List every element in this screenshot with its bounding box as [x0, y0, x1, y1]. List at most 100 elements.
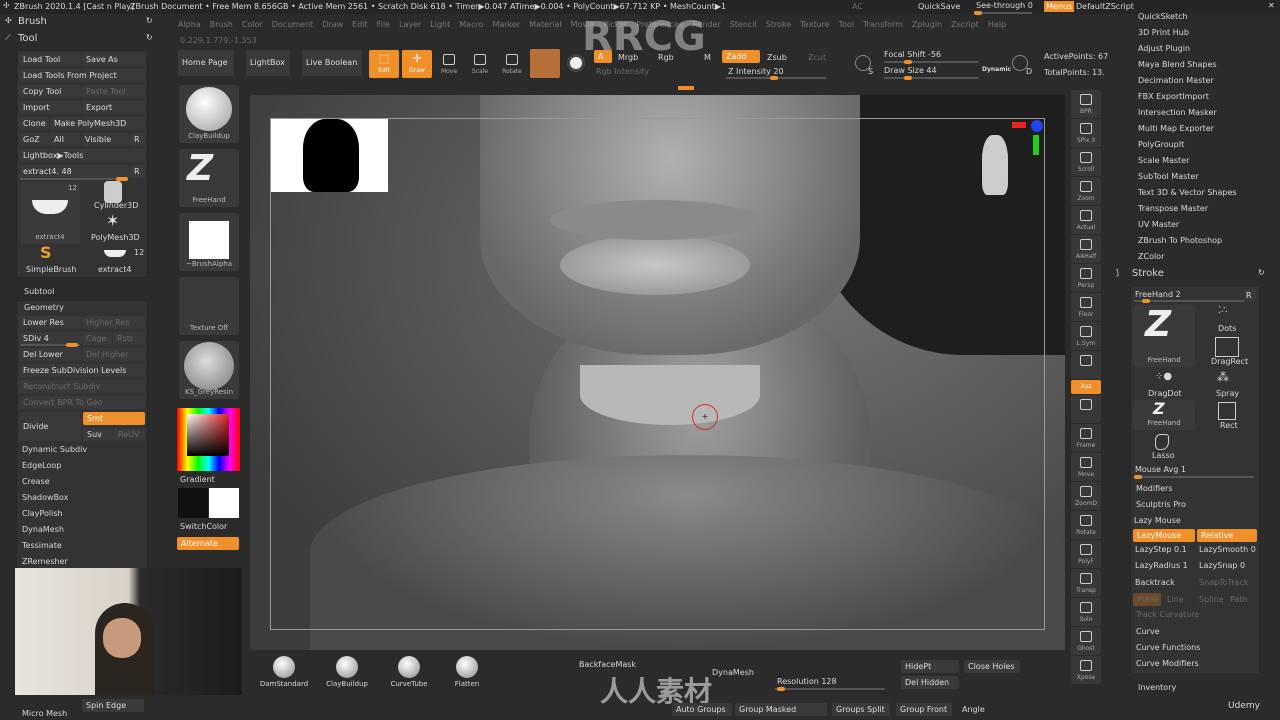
menu-color[interactable]: Color [242, 20, 263, 29]
quicksave-button[interactable]: QuickSave [918, 2, 960, 11]
geometry-item-claypolish[interactable]: ClayPolish [22, 506, 87, 522]
copy-tool-button[interactable]: Copy Tool [19, 85, 81, 98]
close-holes-button[interactable]: Close Holes [964, 660, 1020, 673]
suv-toggle[interactable]: Suv [83, 428, 113, 441]
brush-palette-header[interactable]: Brush [18, 16, 47, 27]
tool-extract4[interactable]: extract4 [98, 265, 131, 274]
bottom-brush-claybuildup[interactable]: ClayBuildup [318, 656, 376, 690]
reconstruct-subdiv-button[interactable]: Reconstruct Subdiv [19, 380, 145, 393]
stroke-lasso[interactable]: Lasso [1152, 451, 1175, 460]
del-hidden-button[interactable]: Del Hidden [901, 676, 959, 689]
lazysnap-slider[interactable]: LazySnap 0 [1199, 561, 1245, 570]
plugin-item[interactable]: ZColor [1138, 249, 1237, 265]
spin-edge-button[interactable]: Spin Edge [82, 699, 144, 712]
secondary-color-swatch[interactable] [209, 488, 239, 518]
plugin-item[interactable]: UV Master [1138, 217, 1237, 233]
goz-r-button[interactable]: R [130, 133, 145, 146]
plugin-item[interactable]: ZBrush To Photoshop [1138, 233, 1237, 249]
menu-macro[interactable]: Macro [459, 20, 483, 29]
tool-palette-header[interactable]: Tool [18, 33, 37, 44]
auto-groups-button[interactable]: Auto Groups [672, 703, 732, 716]
menu-file[interactable]: File [377, 20, 390, 29]
curve-modifiers-subpalette[interactable]: Curve Modifiers [1136, 659, 1199, 668]
cage-button[interactable]: Cage [82, 332, 112, 345]
default-zscript[interactable]: DefaultZScript [1076, 2, 1134, 11]
menu-material[interactable]: Material [529, 20, 562, 29]
tool-polymesh3d[interactable]: PolyMesh3D [91, 233, 140, 242]
stroke-r-button[interactable]: R [1244, 289, 1256, 302]
focal-shift-slider[interactable]: Focal Shift -56 [884, 50, 941, 59]
micro-mesh-button[interactable]: Micro Mesh [22, 709, 67, 718]
make-polymesh3d-button[interactable]: Make PolyMesh3D [50, 117, 145, 130]
shelf-button-zoom[interactable]: Zoom [1071, 177, 1101, 205]
plugin-item[interactable]: Scale Master [1138, 153, 1237, 169]
geometry-header[interactable]: Geometry [24, 303, 64, 312]
tool-simplebrush[interactable]: SimpleBrush [26, 265, 76, 274]
refresh-icon[interactable]: ↻ [146, 33, 153, 42]
plane-toggle[interactable]: Plane [1133, 593, 1161, 606]
home-page-button[interactable]: Home Page [178, 50, 234, 76]
line-toggle[interactable]: Line [1167, 595, 1184, 604]
shelf-button-move[interactable]: Move [1071, 453, 1101, 481]
close-icon[interactable]: ✕ [1268, 1, 1275, 10]
material-thumb[interactable]: KS_GreyResin [179, 341, 239, 399]
stroke-dragdot[interactable]: DragDot [1148, 389, 1182, 398]
mrgb-toggle[interactable]: Mrgb [618, 53, 638, 62]
stroke-freehand-large[interactable]: Z FreeHand [1133, 305, 1195, 367]
rstr-button[interactable]: Rstr [113, 332, 145, 345]
load-tool-button[interactable]: Load Tool [19, 53, 81, 66]
plugin-item[interactable]: Transpose Master [1138, 201, 1237, 217]
menu-alpha[interactable]: Alpha [178, 20, 201, 29]
rotate-button[interactable]: Rotate [497, 50, 527, 78]
lightbox-button[interactable]: LightBox [246, 50, 290, 76]
curve-subpalette[interactable]: Curve [1136, 627, 1160, 636]
tool-slider-track[interactable] [20, 177, 128, 181]
live-boolean-button[interactable]: Live Boolean [302, 50, 362, 76]
paste-tool-button[interactable]: Paste Tool [82, 85, 145, 98]
shelf-button-floor[interactable]: Floor [1071, 293, 1101, 321]
save-as-button[interactable]: Save As [82, 53, 145, 66]
z-intensity-track[interactable] [726, 76, 826, 80]
hidept-button[interactable]: HidePt [901, 660, 959, 673]
freeze-subdivision-button[interactable]: Freeze SubDivision Levels [19, 364, 145, 377]
plugin-item[interactable]: Intersection Masker [1138, 105, 1237, 121]
stroke-thumb[interactable]: Z FreeHand [179, 149, 239, 207]
lazyradius-slider[interactable]: LazyRadius 1 [1135, 561, 1188, 570]
menus-toggle[interactable]: Menus [1044, 1, 1075, 12]
modifiers-subpalette[interactable]: Modifiers [1136, 484, 1173, 493]
stroke-rect[interactable]: Rect [1220, 421, 1238, 430]
draw-button[interactable]: ✛ Draw [402, 50, 432, 78]
geometry-item-dynamic subdiv[interactable]: Dynamic Subdiv [22, 442, 87, 458]
current-tool-r-button[interactable]: R [130, 165, 145, 178]
stroke-slider-track[interactable] [1134, 299, 1244, 303]
shelf-button-zoomd[interactable]: ZoomD [1071, 482, 1101, 510]
shelf-button-icon[interactable] [1071, 395, 1101, 423]
lazystep-slider[interactable]: LazyStep 0.1 [1135, 545, 1187, 554]
menu-edit[interactable]: Edit [352, 20, 368, 29]
shelf-button-polyf[interactable]: PolyF [1071, 540, 1101, 568]
groups-split-button[interactable]: Groups Split [832, 703, 890, 716]
mouse-avg-slider[interactable]: Mouse Avg 1 [1135, 465, 1186, 474]
lazysmooth-slider[interactable]: LazySmooth 0 [1199, 545, 1256, 554]
shelf-button-icon[interactable] [1071, 351, 1101, 379]
draw-size-slider[interactable]: Draw Size 44 [884, 66, 937, 75]
menu-layer[interactable]: Layer [399, 20, 421, 29]
edit-button[interactable]: ⬚ Edit [369, 50, 399, 78]
plugin-item[interactable]: Multi Map Exporter [1138, 121, 1237, 137]
shelf-button-bpr[interactable]: BPR [1071, 90, 1101, 118]
menu-stencil[interactable]: Stencil [730, 20, 757, 29]
menu-marker[interactable]: Marker [492, 20, 520, 29]
subtool-header[interactable]: Subtool [24, 287, 54, 296]
plugin-item[interactable]: Text 3D & Vector Shapes [1138, 185, 1237, 201]
stroke-dots[interactable]: Dots [1218, 324, 1236, 333]
draw-size-track[interactable] [884, 76, 979, 80]
ac-button[interactable]: AC [852, 2, 863, 11]
plugin-item[interactable]: Maya Blend Shapes [1138, 57, 1237, 73]
material-swatch-button[interactable] [530, 49, 560, 78]
menu-document[interactable]: Document [272, 20, 313, 29]
curve-functions-subpalette[interactable]: Curve Functions [1136, 643, 1200, 652]
export-button[interactable]: Export [82, 101, 145, 114]
shelf-button-transp[interactable]: Transp [1071, 569, 1101, 597]
geometry-item-crease[interactable]: Crease [22, 474, 87, 490]
zcut-toggle[interactable]: Zcut [808, 53, 826, 62]
